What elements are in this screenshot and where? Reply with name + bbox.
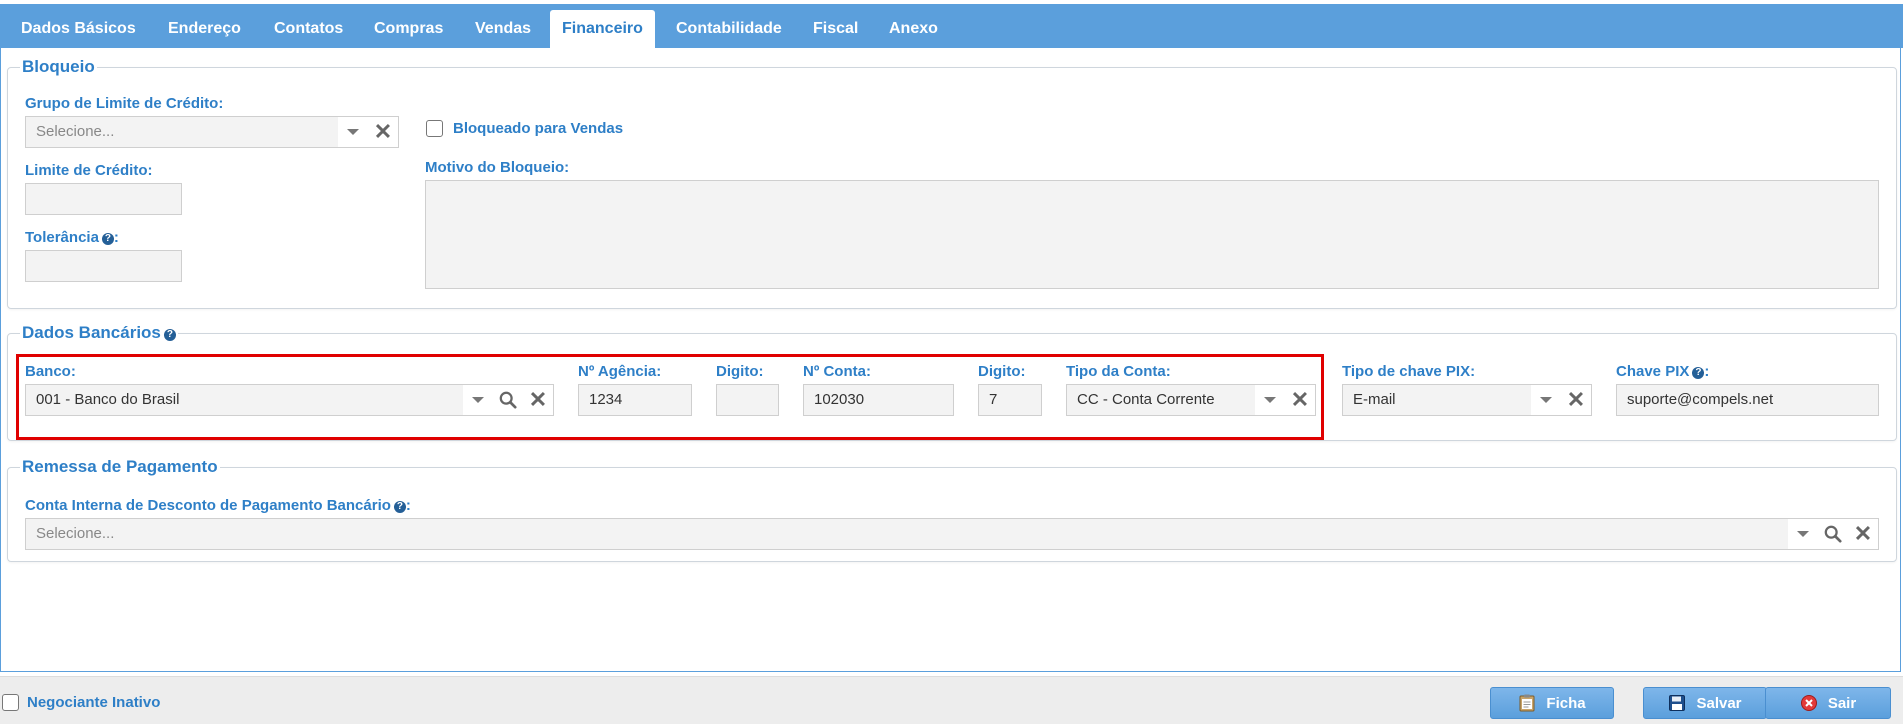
clear-icon[interactable]: ✕ <box>368 117 398 147</box>
chave-pix-input[interactable]: suporte@compels.net <box>1616 384 1879 416</box>
motivo-bloqueio-textarea[interactable] <box>425 180 1879 289</box>
negociante-inativo-checkbox[interactable] <box>2 694 19 711</box>
tolerancia-input[interactable] <box>25 250 182 282</box>
clear-icon[interactable]: ✕ <box>1848 519 1878 549</box>
ficha-button-label: Ficha <box>1546 694 1586 712</box>
tab-contatos[interactable]: Contatos <box>273 10 344 50</box>
sair-button[interactable]: Sair <box>1765 687 1891 719</box>
tab-bar: Dados Básicos Endereço Contatos Compras … <box>0 4 1903 50</box>
conta-interna-label-suffix: : <box>405 497 411 514</box>
tipo-pix-actions: ✕ <box>1531 385 1591 415</box>
tolerancia-label-suffix: : <box>113 229 119 246</box>
limite-credito-label: Limite de Crédito: <box>25 162 153 179</box>
grupo-limite-placeholder: Selecione... <box>36 123 115 140</box>
chevron-down-icon[interactable] <box>338 117 368 147</box>
tab-dados-basicos[interactable]: Dados Básicos <box>20 10 137 50</box>
clear-icon[interactable]: ✕ <box>1561 385 1591 415</box>
tipo-pix-value: E-mail <box>1353 391 1396 408</box>
grupo-limite-select[interactable]: Selecione... ✕ <box>25 116 399 148</box>
help-icon[interactable]: ? <box>393 501 406 513</box>
tab-anexo[interactable]: Anexo <box>888 10 939 50</box>
tolerancia-label-text: Tolerância <box>25 229 99 246</box>
help-icon[interactable]: ? <box>1692 367 1705 379</box>
clipboard-icon <box>1518 694 1536 712</box>
dados-bancarios-legend-text: Dados Bancários <box>22 323 161 342</box>
conta-interna-select[interactable]: Selecione... ✕ <box>25 518 1879 550</box>
tab-contabilidade[interactable]: Contabilidade <box>675 10 783 50</box>
conta-interna-actions: ✕ <box>1788 519 1878 549</box>
tab-vendas[interactable]: Vendas <box>474 10 532 50</box>
tab-compras[interactable]: Compras <box>373 10 444 50</box>
tipo-pix-select[interactable]: E-mail ✕ <box>1342 384 1592 416</box>
chave-pix-label-text: Chave PIX <box>1616 363 1690 380</box>
tab-endereco[interactable]: Endereço <box>167 10 242 50</box>
tipo-pix-label: Tipo de chave PIX: <box>1342 363 1476 380</box>
chevron-down-icon[interactable] <box>1788 519 1818 549</box>
bloqueio-legend: Bloqueio <box>22 57 95 76</box>
help-icon[interactable]: ? <box>101 233 114 245</box>
tab-financeiro[interactable]: Financeiro <box>550 10 655 50</box>
tolerancia-label: Tolerância?: <box>25 229 119 246</box>
motivo-bloqueio-label: Motivo do Bloqueio: <box>425 159 570 176</box>
highlight-box <box>16 354 1324 440</box>
remessa-legend: Remessa de Pagamento <box>22 457 218 476</box>
help-icon[interactable]: ? <box>163 329 176 341</box>
ficha-button[interactable]: Ficha <box>1490 687 1614 719</box>
grupo-limite-label: Grupo de Limite de Crédito: <box>25 95 224 112</box>
conta-interna-label: Conta Interna de Desconto de Pagamento B… <box>25 497 411 514</box>
tab-fiscal[interactable]: Fiscal <box>812 10 859 50</box>
sair-button-label: Sair <box>1827 694 1857 712</box>
search-icon[interactable] <box>1818 519 1848 549</box>
limite-credito-input[interactable] <box>25 183 182 215</box>
negociante-inativo-label[interactable]: Negociante Inativo <box>27 694 160 711</box>
exit-icon <box>1800 694 1818 712</box>
save-icon <box>1668 694 1686 712</box>
bloqueado-vendas-checkbox[interactable] <box>426 120 443 137</box>
salvar-button[interactable]: Salvar <box>1643 687 1767 719</box>
chave-pix-label: Chave PIX?: <box>1616 363 1709 380</box>
conta-interna-placeholder: Selecione... <box>36 525 115 542</box>
chevron-down-icon[interactable] <box>1531 385 1561 415</box>
bloqueado-vendas-label[interactable]: Bloqueado para Vendas <box>453 120 623 137</box>
chave-pix-label-suffix: : <box>1704 363 1710 380</box>
salvar-button-label: Salvar <box>1696 694 1742 712</box>
footer-bar: Negociante Inativo Ficha Salvar Sair <box>0 676 1903 724</box>
conta-interna-label-text: Conta Interna de Desconto de Pagamento B… <box>25 497 391 514</box>
dados-bancarios-legend: Dados Bancários? <box>20 323 178 343</box>
grupo-limite-actions: ✕ <box>338 117 398 147</box>
